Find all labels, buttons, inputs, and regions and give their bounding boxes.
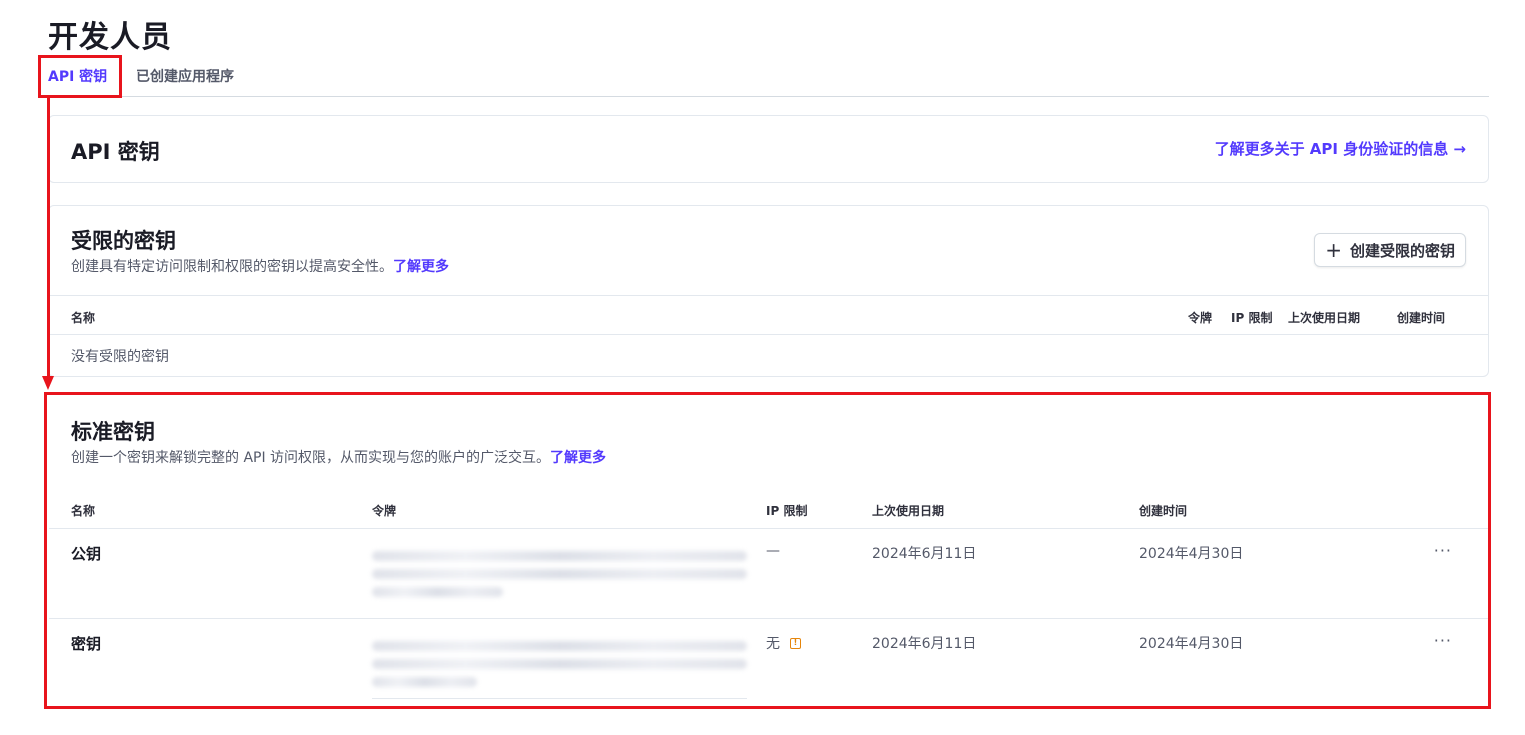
column-header-created: 创建时间 (1139, 504, 1188, 518)
standard-keys-description: 创建一个密钥来解锁完整的 API 访问权限，从而实现与您的账户的广泛交互。了解更… (71, 447, 606, 467)
key-last-used: 2024年6月11日 (872, 546, 977, 562)
key-created: 2024年4月30日 (1139, 636, 1244, 652)
restricted-keys-card: 受限的密钥 创建具有特定访问限制和权限的密钥以提高安全性。了解更多 + 创建受限… (48, 205, 1489, 377)
standard-table-header: 名称 令牌 IP 限制 上次使用日期 创建时间 (49, 489, 1488, 529)
column-header-last-used: 上次使用日期 (1288, 311, 1361, 325)
api-keys-card: API 密钥 了解更多关于 API 身份验证的信息 → (48, 115, 1489, 183)
restricted-empty-state: 没有受限的密钥 (71, 349, 169, 365)
annotation-arrow-head-icon (42, 376, 54, 390)
tab-created-apps[interactable]: 已创建应用程序 (136, 66, 234, 86)
key-ip-value: 无 (766, 636, 780, 652)
more-horizontal-icon[interactable]: ··· (1434, 631, 1452, 650)
restricted-keys-heading: 受限的密钥 (71, 229, 176, 253)
standard-learn-more-link[interactable]: 了解更多 (550, 450, 606, 466)
restricted-table-header: 名称 令牌 IP 限制 上次使用日期 创建时间 (49, 295, 1488, 335)
create-restricted-key-label: 创建受限的密钥 (1349, 241, 1455, 260)
standard-desc-text: 创建一个密钥来解锁完整的 API 访问权限，从而实现与您的账户的广泛交互。 (71, 450, 551, 466)
standard-keys-heading: 标准密钥 (71, 420, 155, 444)
warning-icon[interactable]: ! (790, 638, 801, 649)
tab-bar: API 密钥 已创建应用程序 (48, 56, 1489, 97)
api-auth-learn-link[interactable]: 了解更多关于 API 身份验证的信息 → (1215, 138, 1466, 159)
page-title: 开发人员 (48, 20, 172, 55)
column-header-name: 名称 (71, 504, 96, 518)
key-name: 密钥 (71, 635, 102, 653)
table-row[interactable]: 密钥 无! 2024年6月11日 2024年4月30日 ··· (49, 619, 1488, 709)
more-horizontal-icon[interactable]: ··· (1434, 541, 1452, 560)
table-row[interactable]: 公钥 — 2024年6月11日 2024年4月30日 ··· (49, 529, 1488, 619)
key-token-redacted (372, 633, 747, 699)
annotation-arrow-line (47, 98, 50, 378)
column-header-ip: IP 限制 (766, 504, 808, 518)
key-ip-restriction: — (766, 543, 780, 559)
create-restricted-key-button[interactable]: + 创建受限的密钥 (1314, 233, 1466, 267)
column-header-name: 名称 (71, 311, 96, 325)
restricted-learn-more-link[interactable]: 了解更多 (393, 259, 449, 275)
key-token-redacted (372, 543, 747, 609)
tab-api-keys[interactable]: API 密钥 (48, 66, 107, 86)
plus-icon: + (1325, 238, 1342, 262)
key-name: 公钥 (71, 545, 102, 563)
restricted-desc-text: 创建具有特定访问限制和权限的密钥以提高安全性。 (71, 259, 393, 275)
column-header-ip: IP 限制 (1231, 311, 1273, 325)
column-header-token: 令牌 (372, 504, 397, 518)
key-last-used: 2024年6月11日 (872, 636, 977, 652)
api-keys-heading: API 密钥 (71, 140, 160, 164)
column-header-created: 创建时间 (1397, 311, 1446, 325)
column-header-token: 令牌 (1188, 311, 1213, 325)
column-header-last-used: 上次使用日期 (872, 504, 945, 518)
key-created: 2024年4月30日 (1139, 546, 1244, 562)
restricted-keys-description: 创建具有特定访问限制和权限的密钥以提高安全性。了解更多 (71, 256, 449, 276)
standard-keys-card: 标准密钥 创建一个密钥来解锁完整的 API 访问权限，从而实现与您的账户的广泛交… (48, 396, 1489, 708)
key-ip-restriction: 无! (766, 633, 801, 653)
